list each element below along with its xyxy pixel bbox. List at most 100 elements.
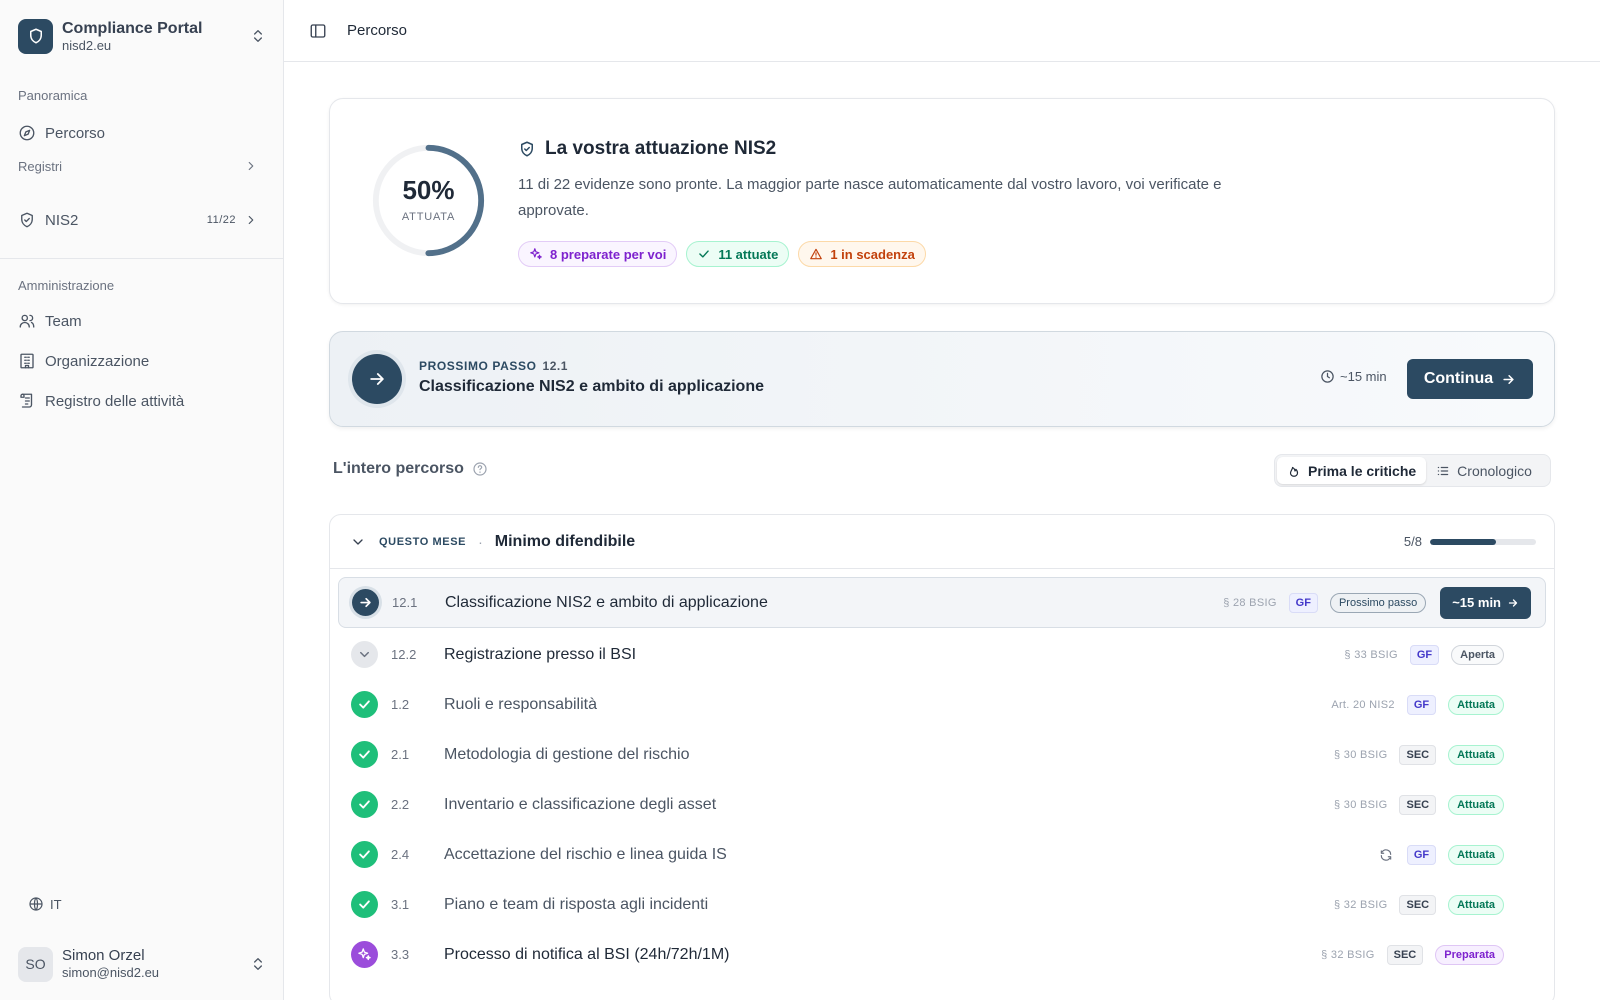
next-step-number: 12.1 xyxy=(542,359,568,373)
next-step-card[interactable]: PROSSIMO PASSO 12.1 Classificazione NIS2 … xyxy=(329,331,1555,427)
status-badge: Attuata xyxy=(1448,694,1504,715)
row-reference: § 33 BSIG xyxy=(1344,648,1398,661)
sidebar-item-activity-log[interactable]: Registro delle attività xyxy=(18,388,266,414)
next-step-title: Classificazione NIS2 e ambito di applica… xyxy=(419,378,764,395)
check-icon xyxy=(359,850,370,859)
refresh-icon xyxy=(1380,848,1392,861)
brand-logo xyxy=(18,18,53,54)
nis2-count: 11/22 xyxy=(206,214,236,226)
status-badge: Attuata xyxy=(1448,844,1504,865)
sidebar-toggle-button[interactable] xyxy=(308,21,328,41)
row-title: Piano e team di risposta agli incidenti xyxy=(444,895,709,913)
workspace-switcher[interactable]: Compliance Portal nisd2.eu xyxy=(18,17,266,55)
check-icon xyxy=(359,800,370,809)
section-label-overview: Panoramica xyxy=(18,88,88,103)
pill-prepared[interactable]: 8 preparate per voi xyxy=(518,241,678,267)
brand-title: Compliance Portal xyxy=(62,19,203,37)
step-status-done xyxy=(351,691,378,718)
sparkles-icon xyxy=(358,948,371,961)
start-step-label: ~15 min xyxy=(1452,595,1501,610)
sidebar-item-label: NIS2 xyxy=(45,211,79,229)
sidebar-item-label: Registro delle attività xyxy=(45,392,185,410)
clock-icon xyxy=(1321,370,1334,383)
step-status-done xyxy=(351,741,378,768)
pill-due[interactable]: 1 in scadenza xyxy=(798,241,926,267)
phase-kicker: QUESTO MESE xyxy=(379,535,467,548)
table-row[interactable]: 12.2 Registrazione presso il BSI § 33 BS… xyxy=(338,629,1546,680)
status-badge: Attuata xyxy=(1448,744,1504,765)
sidebar-item-path[interactable]: Percorso xyxy=(18,120,266,146)
table-row[interactable]: 3.3 Processo di notifica al BSI (24h/72h… xyxy=(338,929,1546,980)
users-icon xyxy=(19,314,35,328)
status-badge: Attuata xyxy=(1448,794,1504,815)
phase-title: Minimo difendibile xyxy=(494,532,636,550)
row-title: Inventario e classificazione degli asset xyxy=(444,795,717,813)
row-tag: SEC xyxy=(1399,794,1437,815)
sparkles-icon xyxy=(530,248,542,260)
table-row[interactable]: 1.2 Ruoli e responsabilità Art. 20 NIS2 … xyxy=(338,679,1546,730)
table-row[interactable]: 2.1 Metodologia di gestione del rischio … xyxy=(338,729,1546,780)
help-icon[interactable] xyxy=(472,461,488,477)
arrow-right-icon xyxy=(370,373,384,385)
sort-critical-button[interactable]: Prima le critiche xyxy=(1277,457,1427,484)
progress-card-description: 11 di 22 evidenze sono pronte. La maggio… xyxy=(518,176,1222,219)
chevron-right-icon xyxy=(248,215,254,225)
sort-chrono-button[interactable]: Cronologico xyxy=(1426,457,1542,484)
row-number: 2.1 xyxy=(391,747,410,762)
sort-toggle: Prima le critiche Cronologico xyxy=(1274,454,1551,487)
status-badge: Attuata xyxy=(1448,894,1504,915)
shield-icon xyxy=(29,28,42,44)
sidebar-group-registers[interactable]: Registri xyxy=(18,153,266,179)
step-status-open[interactable] xyxy=(351,641,378,668)
arrow-right-icon xyxy=(1503,374,1514,384)
language-switcher[interactable]: IT xyxy=(28,896,62,912)
phase-header[interactable]: QUESTO MESE · Minimo difendibile 5/8 xyxy=(330,515,1554,569)
table-row[interactable]: 2.4 Accettazione del rischio e linea gui… xyxy=(338,829,1546,880)
row-reference: § 30 BSIG xyxy=(1334,798,1388,811)
table-row[interactable]: 3.1 Piano e team di risposta agli incide… xyxy=(338,879,1546,930)
status-badge: Preparata xyxy=(1435,944,1504,965)
check-icon xyxy=(359,700,370,709)
row-number: 3.3 xyxy=(391,947,410,962)
user-name: Simon Orzel xyxy=(62,947,145,964)
user-menu[interactable]: SO Simon Orzel simon@nisd2.eu xyxy=(18,945,266,983)
progress-card-title-text: La vostra attuazione NIS2 xyxy=(545,138,777,159)
start-step-button[interactable]: ~15 min xyxy=(1440,586,1531,619)
implementation-progress-card: 50% ATTUATA La vostra attuazione NIS2 11… xyxy=(329,98,1555,304)
sidebar-item-organization[interactable]: Organizzazione xyxy=(18,348,266,374)
progress-percent-label: ATTUATA xyxy=(401,211,456,223)
chevron-right-icon xyxy=(248,161,254,171)
warning-icon xyxy=(810,248,823,260)
table-row[interactable]: 2.2 Inventario e classificazione degli a… xyxy=(338,779,1546,830)
pill-done[interactable]: 11 attuate xyxy=(686,241,790,267)
section-label-registers: Registri xyxy=(18,158,63,174)
list-icon xyxy=(1437,466,1449,475)
row-reference: § 28 BSIG xyxy=(1223,596,1277,609)
sidebar-item-nis2[interactable]: NIS2 11/22 xyxy=(18,207,266,233)
phase-progress: 5/8 xyxy=(1404,534,1536,549)
sidebar-item-team[interactable]: Team xyxy=(18,308,266,334)
arrow-right-icon xyxy=(360,597,371,608)
row-tag: GF xyxy=(1406,694,1437,715)
avatar: SO xyxy=(18,946,53,982)
row-number: 12.2 xyxy=(391,647,417,662)
next-step-time-text: ~15 min xyxy=(1340,369,1387,384)
sidebar-toggle-icon xyxy=(310,23,326,38)
phase-list: QUESTO MESE · Minimo difendibile 5/8 12.… xyxy=(329,514,1555,1000)
continue-button[interactable]: Continua xyxy=(1407,359,1533,399)
row-number: 3.1 xyxy=(391,897,410,912)
arrow-right-icon xyxy=(1508,598,1518,607)
building-icon xyxy=(20,353,34,369)
step-status-next xyxy=(352,589,379,616)
progress-card-title: La vostra attuazione NIS2 xyxy=(518,138,776,160)
sidebar: Compliance Portal nisd2.eu Panoramica Pe… xyxy=(0,0,284,1000)
chevron-down-icon xyxy=(353,538,363,545)
row-reference: § 30 BSIG xyxy=(1334,748,1388,761)
next-step-kicker: PROSSIMO PASSO 12.1 xyxy=(419,359,568,373)
row-tag: SEC xyxy=(1386,944,1424,965)
table-row[interactable]: 12.1 Classificazione NIS2 e ambito di ap… xyxy=(338,577,1546,628)
journey-title-text: L'intero percorso xyxy=(333,460,464,477)
sort-chrono-label: Cronologico xyxy=(1457,462,1532,479)
step-status-done xyxy=(351,841,378,868)
user-email: simon@nisd2.eu xyxy=(62,965,160,980)
